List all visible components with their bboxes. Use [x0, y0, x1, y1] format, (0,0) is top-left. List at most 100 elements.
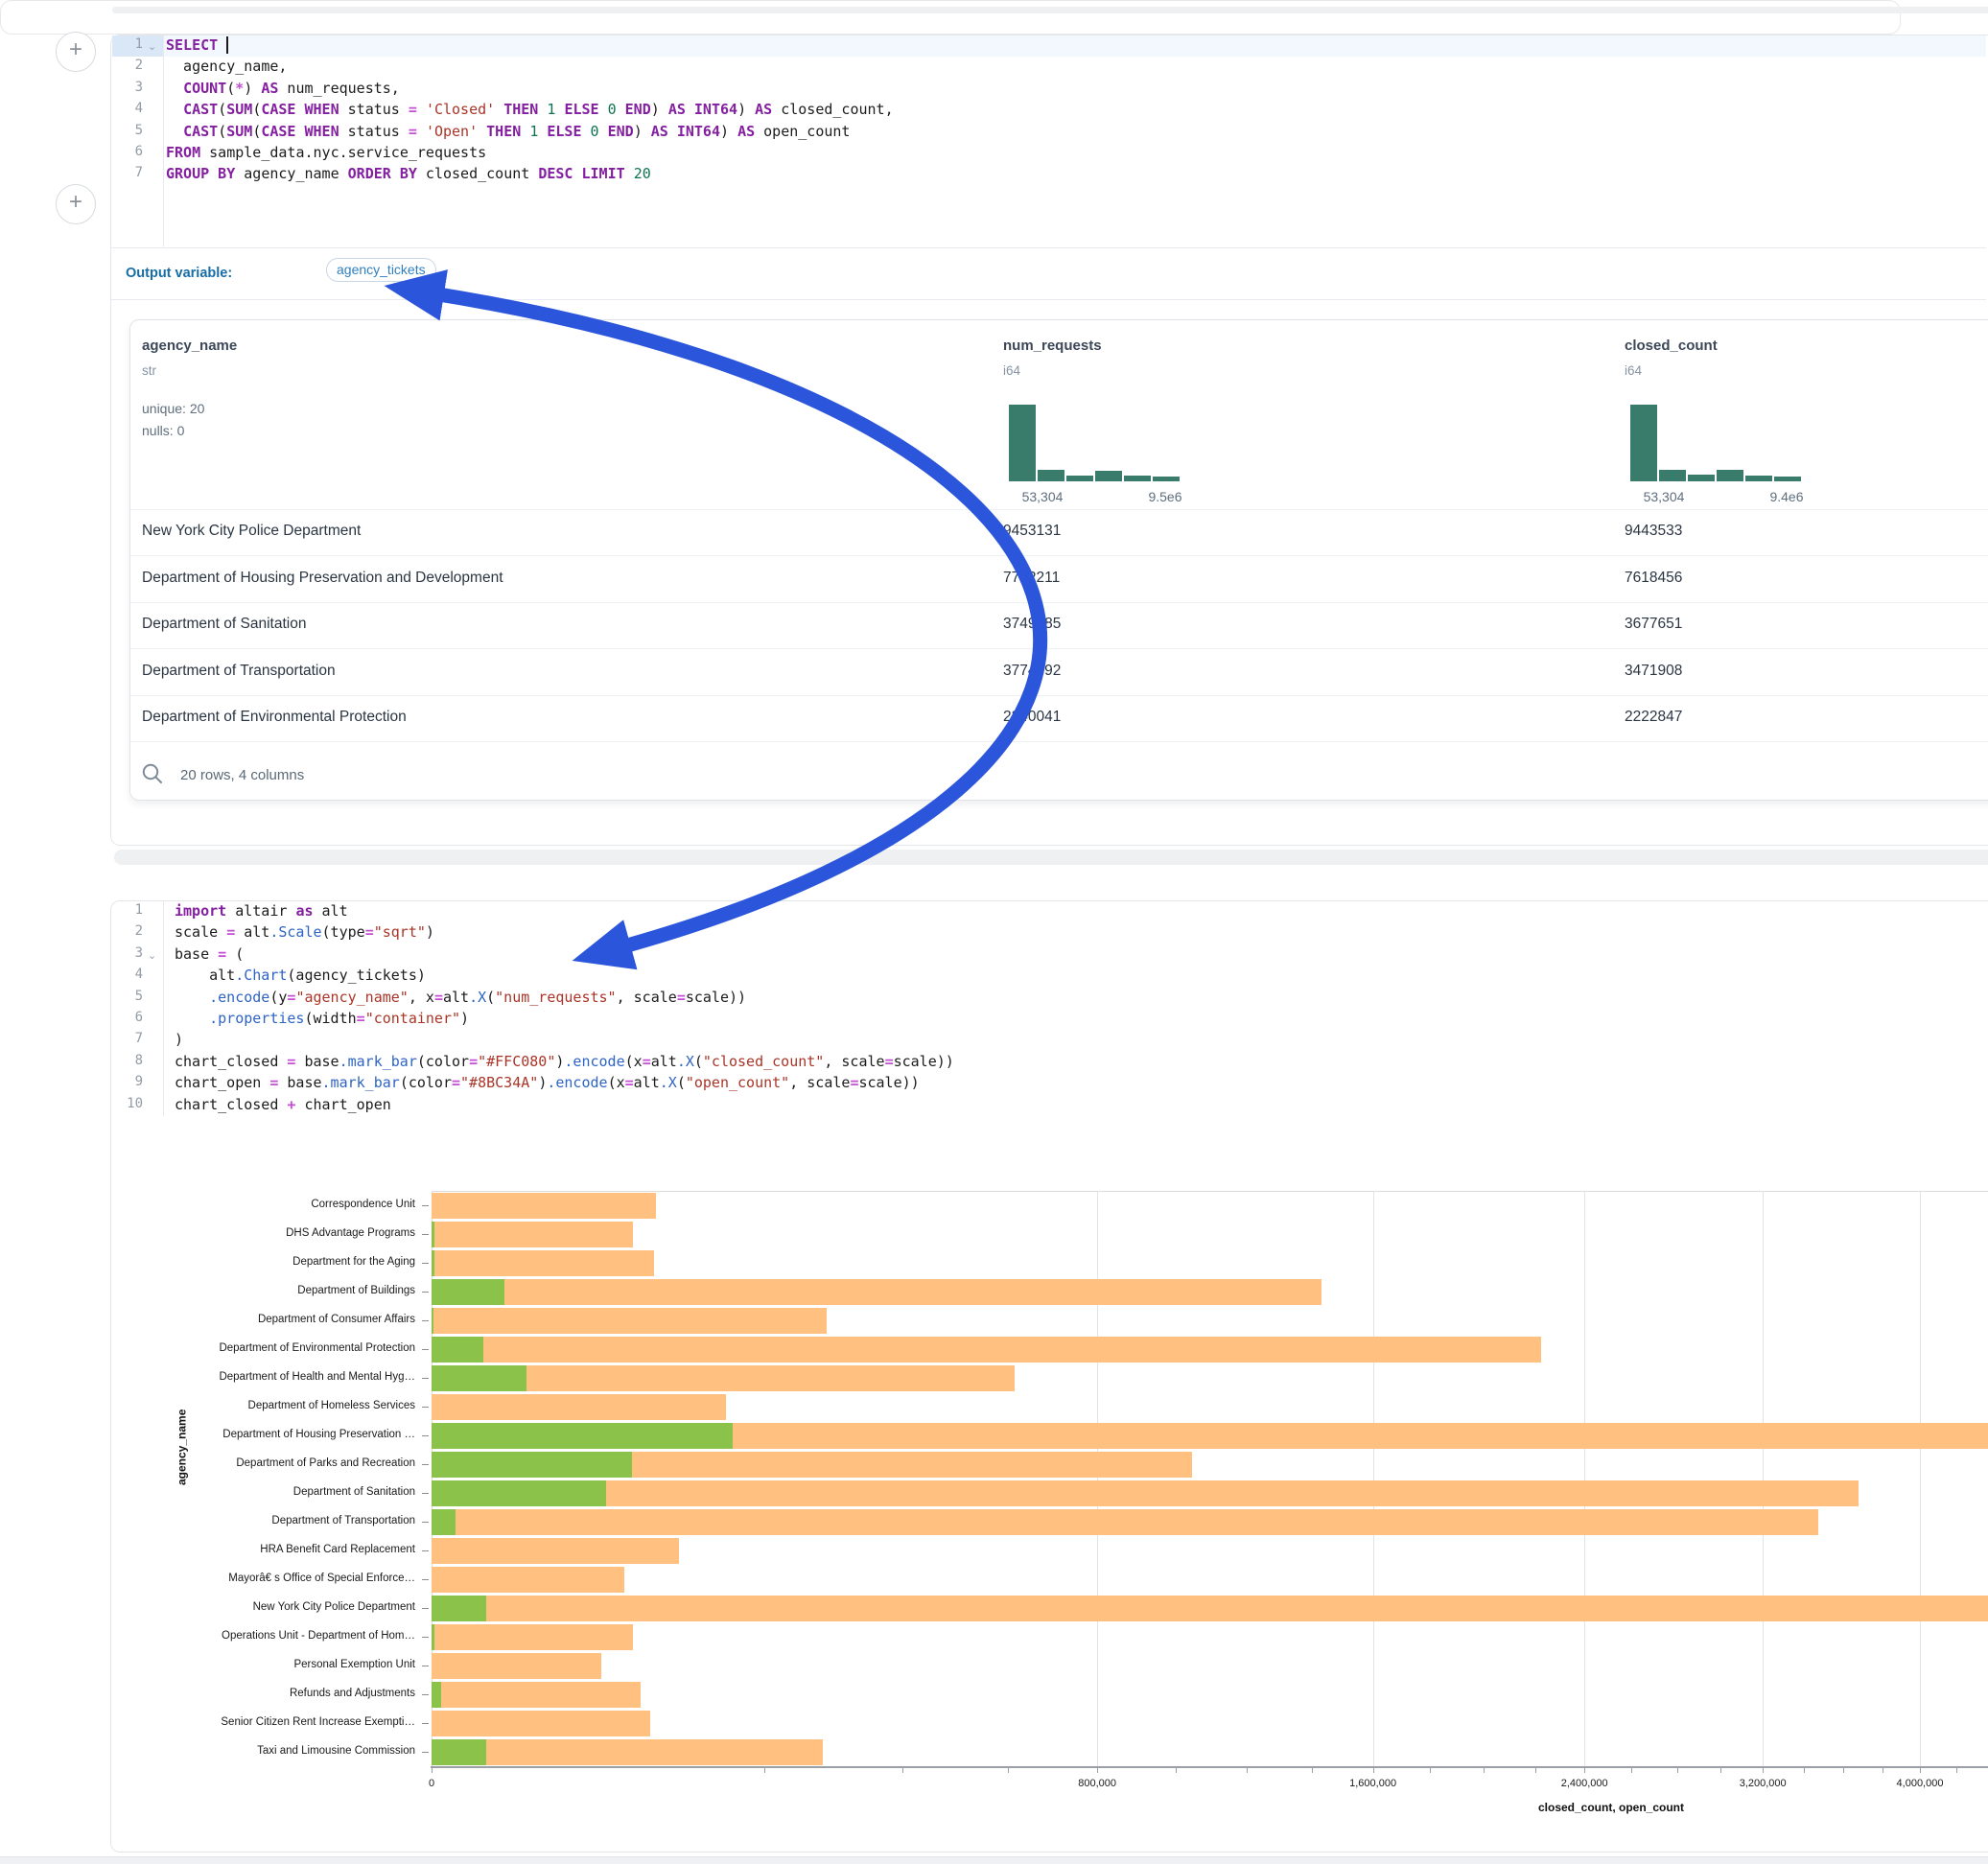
table-cell-num-requests[interactable]: 2240041 [1003, 709, 1061, 726]
histogram-max-label: 9.4e6 [1753, 489, 1820, 504]
y-axis-title: agency_name [175, 1410, 189, 1485]
code-line[interactable]: GROUP BY agency_name ORDER BY closed_cou… [166, 165, 651, 182]
section-divider [111, 299, 1986, 300]
code-line[interactable]: CAST(SUM(CASE WHEN status = 'Closed' THE… [166, 101, 894, 118]
code-line[interactable]: agency_name, [166, 58, 287, 75]
line-number: 6 [107, 144, 143, 159]
category-label: Department of Parks and Recreation [125, 1457, 415, 1469]
table-cell-closed-count[interactable]: 3471908 [1625, 663, 1682, 680]
bar-closed-count [432, 1596, 1988, 1621]
bar-open-count [432, 1222, 434, 1247]
x-axis-tick [432, 1766, 433, 1773]
code-line[interactable]: FROM sample_data.nyc.service_requests [166, 144, 486, 161]
table-cell-agency-name[interactable]: Department of Environmental Protection [142, 709, 407, 726]
category-label: Department of Homeless Services [125, 1400, 415, 1411]
category-label: Department of Health and Mental Hyg… [125, 1371, 415, 1383]
column-header[interactable]: num_requests [1003, 338, 1102, 354]
row-separator [130, 602, 1988, 603]
table-cell-num-requests[interactable]: 3749485 [1003, 616, 1061, 633]
code-line[interactable]: chart_open = base.mark_bar(color="#8BC34… [175, 1074, 920, 1091]
column-stat: unique: 20 [142, 401, 204, 416]
code-line[interactable]: .properties(width="container") [175, 1010, 469, 1027]
x-axis-tick-label: 3,200,000 [1740, 1778, 1787, 1789]
category-tick [422, 1292, 429, 1293]
category-label: Department of Buildings [125, 1285, 415, 1296]
category-tick [422, 1205, 429, 1206]
histogram-bar [1153, 477, 1180, 481]
category-tick [422, 1378, 429, 1379]
table-cell-closed-count[interactable]: 7618456 [1625, 570, 1682, 587]
category-tick [422, 1752, 429, 1753]
column-header[interactable]: agency_name [142, 338, 237, 354]
table-cell-num-requests[interactable]: 7782211 [1003, 570, 1060, 587]
category-tick [422, 1608, 429, 1609]
code-line[interactable]: chart_closed = base.mark_bar(color="#FFC… [175, 1053, 954, 1070]
x-axis-tick [1843, 1766, 1844, 1773]
search-icon[interactable] [140, 761, 165, 786]
histogram-bar [1630, 405, 1657, 481]
code-line[interactable]: import altair as alt [175, 902, 348, 920]
table-cell-num-requests[interactable]: 3774892 [1003, 663, 1061, 680]
category-label: New York City Police Department [125, 1601, 415, 1613]
collapse-chevron-icon[interactable]: ⌄ [148, 40, 156, 53]
category-tick [422, 1263, 429, 1264]
histogram-bar [1717, 470, 1743, 481]
plot-border-left [432, 1191, 433, 1766]
histogram-bar [1659, 470, 1686, 481]
code-line[interactable]: base = ( [175, 945, 244, 963]
row-separator [130, 555, 1988, 556]
category-tick [422, 1435, 429, 1436]
add-cell-button[interactable]: + [56, 32, 96, 72]
x-axis-tick [1763, 1766, 1764, 1773]
table-cell-closed-count[interactable]: 9443533 [1625, 523, 1682, 540]
table-cell-closed-count[interactable]: 2222847 [1625, 709, 1682, 726]
bar-closed-count [432, 1538, 679, 1564]
bar-open-count [432, 1279, 504, 1305]
table-cell-agency-name[interactable]: Department of Sanitation [142, 616, 306, 633]
x-axis-tick [1176, 1766, 1177, 1773]
table-cell-agency-name[interactable]: New York City Police Department [142, 523, 361, 540]
bar-open-count [432, 1337, 483, 1363]
code-line[interactable]: CAST(SUM(CASE WHEN status = 'Open' THEN … [166, 123, 850, 140]
collapse-chevron-icon[interactable]: ⌄ [148, 949, 156, 962]
line-number: 2 [107, 923, 143, 939]
x-axis-tick [1484, 1766, 1485, 1773]
row-separator [130, 741, 1988, 742]
category-tick [422, 1579, 429, 1580]
code-line[interactable]: chart_closed + chart_open [175, 1096, 391, 1113]
bar-closed-count [432, 1337, 1541, 1363]
category-label: Refunds and Adjustments [125, 1688, 415, 1699]
table-cell-closed-count[interactable]: 3677651 [1625, 616, 1682, 633]
category-label: Operations Unit - Department of Hom… [125, 1630, 415, 1642]
histogram-bar [1095, 471, 1122, 481]
code-line[interactable]: alt.Chart(agency_tickets) [175, 967, 426, 984]
category-label: Department of Consumer Affairs [125, 1314, 415, 1325]
output-variable-badge[interactable]: agency_tickets [326, 258, 436, 282]
category-label: Department for the Aging [125, 1256, 415, 1268]
table-cell-agency-name[interactable]: Department of Housing Preservation and D… [142, 570, 503, 587]
result-table-card [129, 319, 1988, 801]
x-axis-tick [1677, 1766, 1678, 1773]
gridline [1584, 1191, 1585, 1766]
add-cell-button[interactable]: + [56, 184, 96, 224]
code-line[interactable]: ) [175, 1031, 183, 1048]
notebook-page: + + 1⌄234567 SELECT agency_name, COUNT(*… [0, 0, 1988, 1864]
text-caret [226, 36, 228, 54]
code-line[interactable]: scale = alt.Scale(type="sqrt") [175, 923, 434, 941]
table-cell-agency-name[interactable]: Department of Transportation [142, 663, 336, 680]
bar-open-count [432, 1250, 434, 1276]
code-line[interactable]: SELECT [166, 36, 228, 54]
histogram-bar [1124, 476, 1151, 481]
category-tick [422, 1550, 429, 1551]
x-axis-tick [902, 1766, 903, 1773]
bar-open-count [432, 1423, 733, 1449]
table-cell-num-requests[interactable]: 9453131 [1003, 523, 1061, 540]
x-axis-tick [1430, 1766, 1431, 1773]
category-label: Mayorâ€ s Office of Special Enforce… [125, 1573, 415, 1584]
x-axis-title: closed_count, open_count [1323, 1801, 1899, 1814]
bar-open-count [432, 1509, 456, 1535]
category-label: Department of Sanitation [125, 1486, 415, 1498]
column-header[interactable]: closed_count [1625, 338, 1718, 354]
code-line[interactable]: COUNT(*) AS num_requests, [166, 80, 400, 97]
code-line[interactable]: .encode(y="agency_name", x=alt.X("num_re… [175, 989, 746, 1006]
